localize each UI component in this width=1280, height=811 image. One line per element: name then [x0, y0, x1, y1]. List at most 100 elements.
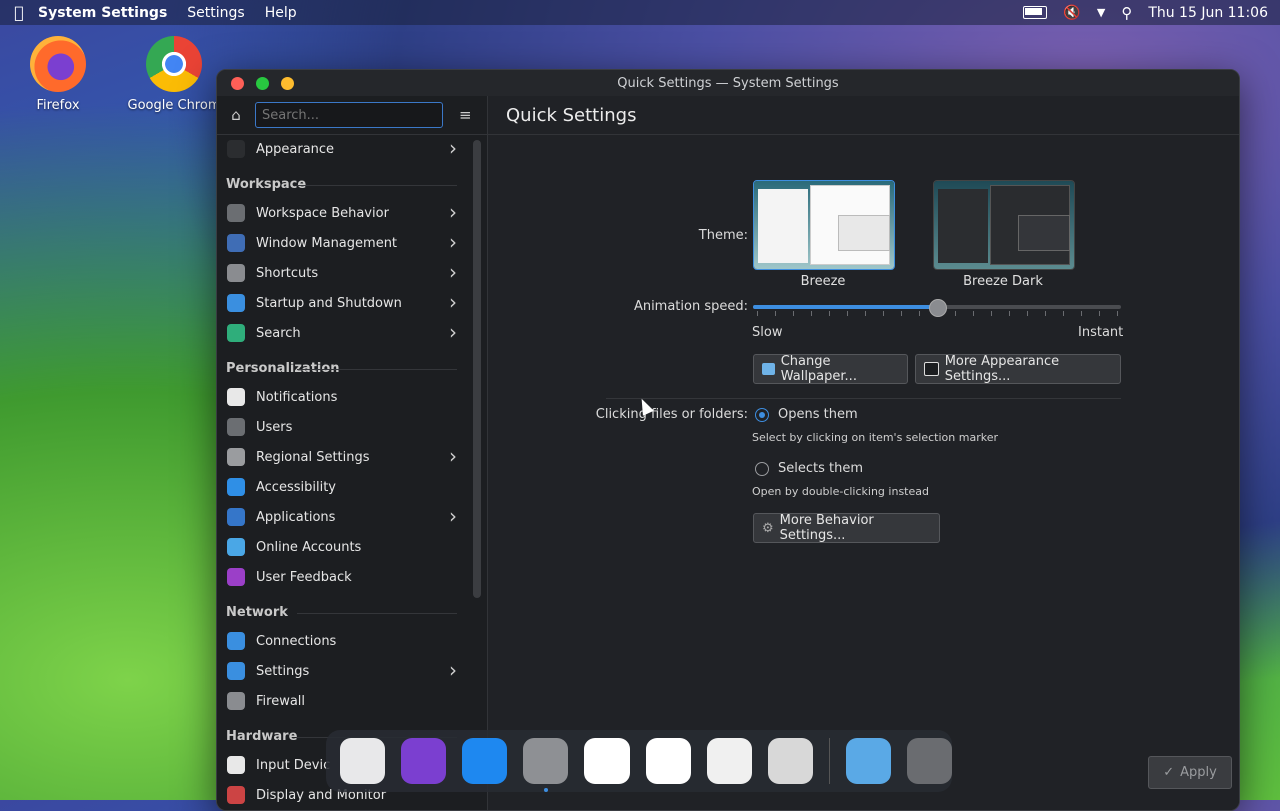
applications-icon — [227, 508, 245, 526]
sidebar-group-personalization: Personalization — [217, 348, 467, 382]
launchpad-icon[interactable] — [340, 738, 386, 784]
workspace-behavior-icon — [227, 204, 245, 222]
sidebar-item-users[interactable]: Users — [217, 412, 467, 442]
downloads-folder-icon[interactable] — [845, 738, 891, 784]
sidebar-item-label: Appearance — [256, 141, 335, 157]
slider-tick — [775, 311, 776, 316]
sidebar-item-accessibility[interactable]: Accessibility — [217, 472, 467, 502]
display-and-monitor-icon — [227, 786, 245, 804]
draw-icon[interactable] — [706, 738, 752, 784]
mute-icon[interactable]: 🔇 — [1063, 5, 1080, 21]
sidebar-item-startup-and-shutdown[interactable]: Startup and Shutdown › — [217, 288, 467, 318]
selects-them-label[interactable]: Selects them — [778, 461, 863, 476]
sidebar-item-online-accounts[interactable]: Online Accounts — [217, 532, 467, 562]
sidebar-item-label: User Feedback — [256, 569, 352, 585]
menu-help[interactable]: Help — [265, 5, 297, 21]
sidebar-item-firewall[interactable]: Firewall — [217, 686, 467, 716]
chevron-right-icon: › — [449, 260, 457, 284]
slider-tick — [1009, 311, 1010, 316]
chevron-right-icon: › — [449, 230, 457, 254]
animation-speed-slider[interactable] — [753, 299, 1121, 317]
search-input[interactable] — [255, 102, 443, 128]
battery-icon[interactable] — [1023, 6, 1048, 19]
title-bar[interactable]: Quick Settings — System Settings — [217, 70, 1239, 96]
more-appearance-settings-button[interactable]: More Appearance Settings... — [915, 354, 1121, 384]
home-icon[interactable]: ⌂ — [227, 106, 245, 124]
more-appearance-label: More Appearance Settings... — [944, 354, 1060, 384]
slider-tick — [1099, 311, 1100, 316]
desktop-chrome[interactable]: Google Chrom — [124, 36, 224, 113]
trash-icon[interactable] — [906, 738, 953, 784]
sidebar-scrollbar[interactable] — [473, 140, 481, 598]
more-behavior-label: More Behavior Settings... — [779, 513, 874, 543]
sidebar-item-label: Startup and Shutdown — [256, 295, 402, 311]
slider-tick — [829, 311, 830, 316]
menu-app-name[interactable]: System Settings — [38, 5, 167, 21]
theme-breeze-dark-caption: Breeze Dark — [963, 274, 1043, 289]
slider-tick — [1045, 311, 1046, 316]
startup-and-shutdown-icon — [227, 294, 245, 312]
sidebar-item-connections[interactable]: Connections — [217, 626, 467, 656]
chevron-down-icon[interactable]: ▼ — [1097, 6, 1105, 19]
chrome-icon — [146, 36, 202, 92]
sidebar-group-workspace: Workspace — [217, 164, 467, 198]
wallpaper-icon — [762, 363, 775, 375]
page-title: Quick Settings — [488, 96, 1239, 135]
sidebar-item-notifications[interactable]: Notifications — [217, 382, 467, 412]
slider-handle[interactable] — [929, 299, 947, 317]
sidebar-item-user-feedback[interactable]: User Feedback — [217, 562, 467, 592]
slider-tick — [973, 311, 974, 316]
sidebar-item-label: Online Accounts — [256, 539, 362, 555]
slider-tick — [955, 311, 956, 316]
theme-breeze-dark-thumbnail[interactable] — [933, 180, 1075, 270]
sidebar-item-appearance[interactable]: Appearance › — [217, 134, 467, 164]
theme-label: Theme: — [698, 228, 748, 243]
change-wallpaper-button[interactable]: Change Wallpaper... — [753, 354, 908, 384]
chevron-right-icon: › — [449, 658, 457, 682]
slider-tick — [1117, 311, 1118, 316]
writer-icon[interactable] — [584, 738, 630, 784]
hamburger-menu-icon[interactable]: ≡ — [459, 106, 472, 124]
slider-tick — [991, 311, 992, 316]
desktop-firefox[interactable]: Firefox — [8, 36, 108, 113]
opens-them-label[interactable]: Opens them — [778, 407, 858, 422]
chevron-right-icon: › — [449, 320, 457, 344]
sidebar-item-settings[interactable]: Settings › — [217, 656, 467, 686]
apply-button[interactable]: ✓ Apply — [1148, 756, 1232, 789]
running-indicator — [544, 788, 549, 792]
slider-tick — [847, 311, 848, 316]
theme-breeze-thumbnail[interactable] — [753, 180, 895, 270]
selects-them-hint: Open by double-clicking instead — [752, 485, 929, 498]
slider-tick — [1081, 311, 1082, 316]
calculator-icon[interactable] — [767, 738, 813, 784]
accessibility-icon — [227, 478, 245, 496]
sidebar-item-window-management[interactable]: Window Management › — [217, 228, 467, 258]
apple-icon[interactable]:  — [0, 3, 38, 22]
sidebar-item-regional-settings[interactable]: Regional Settings › — [217, 442, 467, 472]
chevron-right-icon: › — [449, 290, 457, 314]
app-store-icon[interactable] — [462, 738, 508, 784]
window-management-icon — [227, 234, 245, 252]
system-settings-icon[interactable] — [523, 738, 569, 792]
sidebar-item-shortcuts[interactable]: Shortcuts › — [217, 258, 467, 288]
content-area: Quick Settings Theme: Breeze Breeze Dark… — [488, 96, 1239, 810]
clicking-files-label: Clicking files or folders: — [595, 407, 748, 422]
sidebar-item-workspace-behavior[interactable]: Workspace Behavior › — [217, 198, 467, 228]
instant-label: Instant — [1078, 325, 1124, 340]
online-accounts-icon — [227, 538, 245, 556]
system-settings-window: Quick Settings — System Settings ⌂ ≡ App… — [216, 69, 1240, 811]
selects-them-radio[interactable] — [755, 462, 769, 476]
slider-tick — [865, 311, 866, 316]
sidebar-item-applications[interactable]: Applications › — [217, 502, 467, 532]
connections-icon — [227, 632, 245, 650]
more-behavior-settings-button[interactable]: ⚙ More Behavior Settings... — [753, 513, 940, 543]
sidebar-item-label: Accessibility — [256, 479, 336, 495]
calc-icon[interactable] — [645, 738, 691, 784]
chevron-right-icon: › — [449, 136, 457, 160]
opens-them-radio[interactable] — [755, 408, 769, 422]
sidebar-item-search[interactable]: Search › — [217, 318, 467, 348]
clock[interactable]: Thu 15 Jun 11:06 — [1148, 5, 1268, 21]
menu-settings[interactable]: Settings — [187, 5, 244, 21]
firefox-icon[interactable] — [401, 738, 447, 784]
search-icon[interactable]: ⚲ — [1121, 4, 1132, 22]
